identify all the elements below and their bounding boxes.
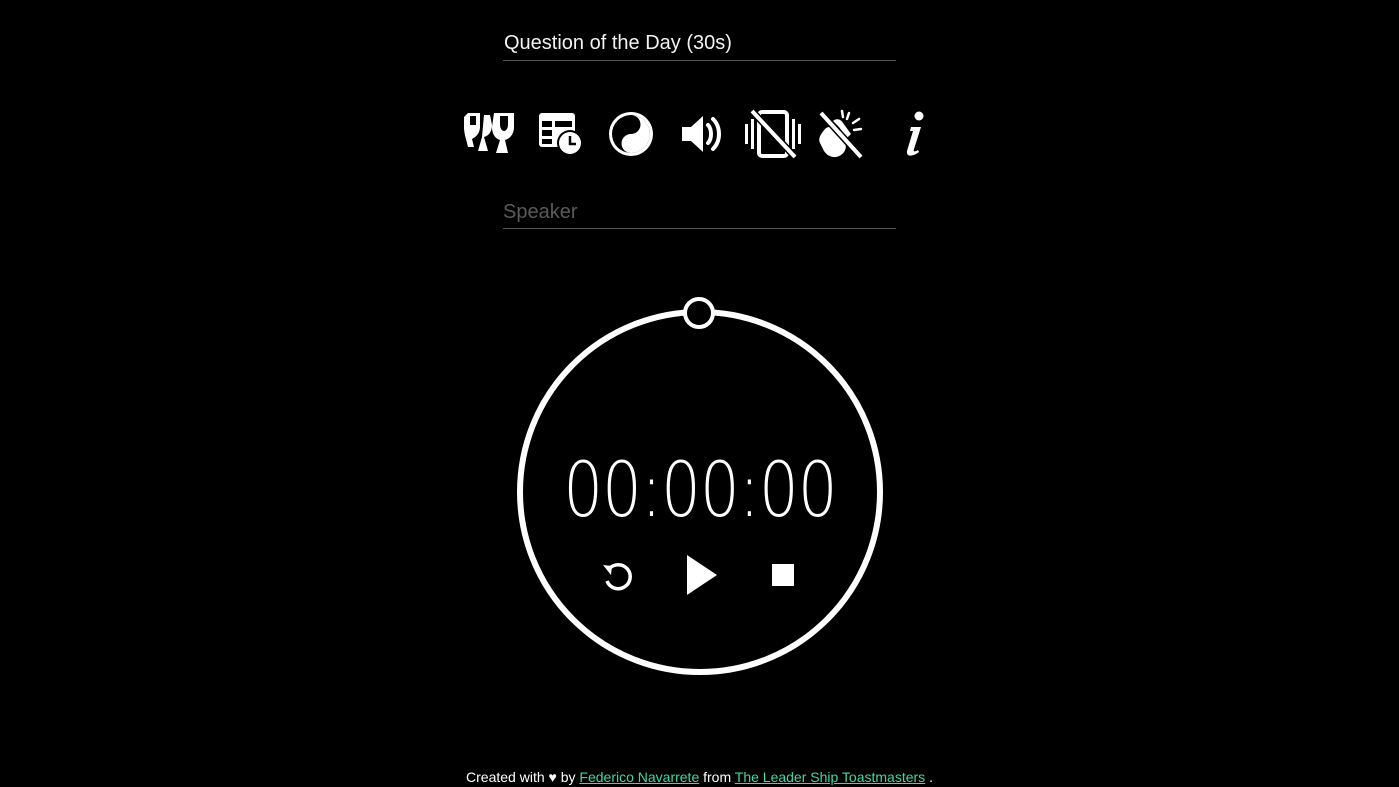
play-icon <box>687 555 717 595</box>
info-button[interactable] <box>885 106 941 162</box>
footer-middle: from <box>703 769 732 785</box>
time-display: 00:00:00 <box>563 445 837 534</box>
timer-controls <box>510 547 890 603</box>
timer: 00:00:00 <box>510 292 890 682</box>
yin-yang-icon <box>609 112 653 156</box>
author-link[interactable]: Federico Navarrete <box>579 769 699 785</box>
stop-icon <box>772 564 794 586</box>
stop-button[interactable] <box>758 547 808 603</box>
reset-icon <box>603 562 632 591</box>
info-icon <box>906 111 924 156</box>
reset-button[interactable] <box>592 547 642 603</box>
volume-icon <box>682 116 721 152</box>
footer-suffix: . <box>929 769 933 785</box>
agenda-button[interactable] <box>533 106 589 162</box>
club-link[interactable]: The Leader Ship Toastmasters <box>735 769 925 785</box>
schedule-table-icon <box>539 113 583 156</box>
play-button[interactable] <box>677 547 727 603</box>
progress-handle[interactable] <box>683 297 715 329</box>
speaker-field <box>503 197 896 229</box>
applause-button[interactable] <box>814 106 870 162</box>
vibration-button[interactable] <box>745 106 801 162</box>
vibration-off-icon <box>745 109 801 159</box>
theme-toggle-button[interactable] <box>603 106 659 162</box>
trophy-icon <box>464 113 514 153</box>
sound-button[interactable] <box>674 106 730 162</box>
trophy-button[interactable] <box>462 106 518 162</box>
toolbar <box>462 106 932 162</box>
applause-off-icon <box>818 109 864 159</box>
speech-type-select[interactable]: Question of the Day (30s) <box>503 28 896 61</box>
app-page: Question of the Day (30s) Speaker 00:00:… <box>0 0 1399 787</box>
speaker-input[interactable] <box>503 197 896 227</box>
footer-prefix: Created with ♥ by <box>466 769 576 785</box>
footer: Created with ♥ by Federico Navarrete fro… <box>0 769 1399 785</box>
